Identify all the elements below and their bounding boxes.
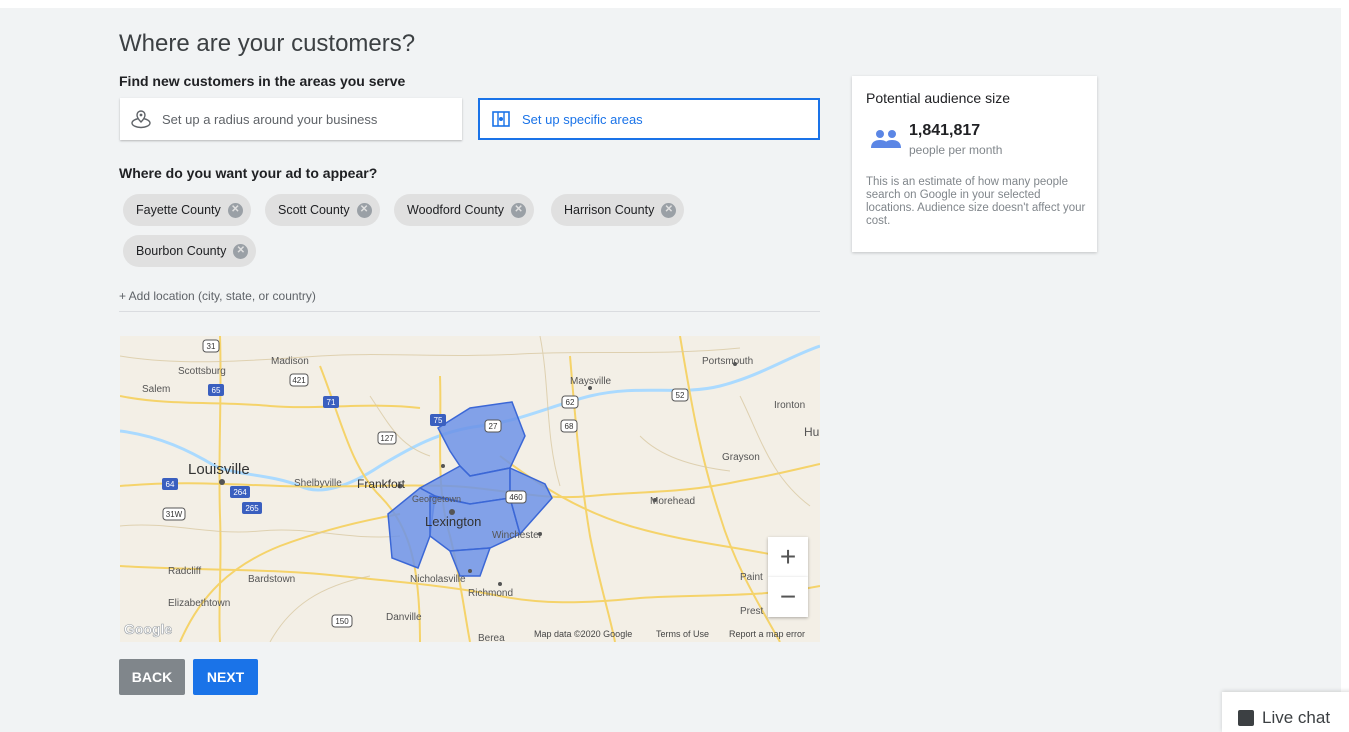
city-label: Morehead: [650, 496, 695, 507]
map-attribution: Map data ©2020 Google: [534, 629, 633, 639]
highway-label: 31: [207, 342, 216, 351]
city-label: Frankfort: [357, 477, 406, 491]
remove-chip-icon[interactable]: ✕: [661, 202, 677, 218]
terms-link[interactable]: Terms of Use: [656, 629, 709, 639]
city-label: Radcliff: [168, 566, 201, 577]
city-label: Shelbyville: [294, 478, 342, 489]
chip-label: Woodford County: [407, 203, 505, 217]
audience-number: 1,841,817: [909, 122, 981, 139]
city-label: Portsmouth: [702, 356, 753, 367]
highway-label: 71: [327, 398, 336, 407]
chat-icon: [1238, 710, 1254, 726]
city-label: Scottsburg: [178, 366, 226, 377]
city-label: Richmond: [468, 588, 513, 599]
highway-label: 421: [292, 376, 306, 385]
city-label: Lexington: [425, 514, 481, 529]
location-chip-harrison: Harrison County ✕: [551, 194, 685, 226]
city-label: Ironton: [774, 400, 805, 411]
specific-areas-option[interactable]: Set up specific areas: [478, 98, 820, 140]
google-logo: Google: [124, 621, 172, 637]
remove-chip-icon[interactable]: ✕: [233, 243, 249, 259]
city-label: Prest: [740, 606, 764, 617]
highway-label: 52: [676, 391, 685, 400]
city-label: Maysville: [570, 376, 612, 387]
back-button[interactable]: BACK: [119, 659, 185, 695]
highway-label: 65: [212, 386, 221, 395]
highway-label: 31W: [166, 510, 183, 519]
highway-label: 68: [565, 422, 574, 431]
highway-label: 27: [489, 422, 498, 431]
highway-label: 460: [509, 493, 523, 502]
top-strip: [0, 0, 1349, 8]
highway-label: 75: [434, 416, 443, 425]
highway-label: 264: [233, 488, 247, 497]
highway-label: 127: [380, 434, 394, 443]
live-chat-button[interactable]: Live chat: [1222, 692, 1349, 732]
zoom-out-button[interactable]: −: [768, 577, 808, 617]
serve-areas-label: Find new customers in the areas you serv…: [119, 73, 406, 89]
city-label: Berea: [478, 633, 505, 642]
audience-unit: people per month: [909, 143, 1003, 157]
radius-option-label: Set up a radius around your business: [162, 111, 378, 127]
city-label: Winchester: [492, 530, 543, 541]
location-chip-woodford: Woodford County ✕: [394, 194, 535, 226]
ad-appear-label: Where do you want your ad to appear?: [119, 165, 378, 181]
highway-label: 64: [166, 480, 175, 489]
remove-chip-icon[interactable]: ✕: [356, 202, 372, 218]
right-strip: [1341, 0, 1349, 725]
chip-label: Bourbon County: [136, 244, 227, 258]
city-label: Georgetown: [412, 494, 461, 504]
people-icon: [870, 128, 902, 155]
city-label: Bardstown: [248, 574, 295, 585]
city-label: Nicholasville: [410, 574, 466, 585]
specific-areas-label: Set up specific areas: [522, 111, 643, 127]
chip-label: Scott County: [278, 203, 350, 217]
chip-label: Fayette County: [136, 203, 221, 217]
map-view[interactable]: 31 421 65 71 127 75 27 62 68 52 64 264 2…: [120, 336, 820, 642]
location-chip-bourbon: Bourbon County ✕: [123, 235, 257, 267]
radius-pin-icon: [130, 108, 152, 130]
input-underline: [119, 311, 820, 312]
next-button[interactable]: NEXT: [193, 659, 258, 695]
live-chat-label: Live chat: [1262, 708, 1331, 727]
highway-label: 62: [566, 398, 575, 407]
remove-chip-icon[interactable]: ✕: [511, 202, 527, 218]
report-map-error-link[interactable]: Report a map error: [729, 629, 805, 639]
city-label: Madison: [271, 356, 309, 367]
city-label: Salem: [142, 384, 170, 395]
page-title: Where are your customers?: [119, 30, 416, 57]
add-location-input[interactable]: + Add location (city, state, or country): [119, 289, 316, 303]
city-label: Louisville: [188, 461, 250, 478]
zoom-in-button[interactable]: +: [768, 537, 808, 577]
city-label: Hu: [804, 425, 819, 439]
city-label: Elizabethtown: [168, 598, 230, 609]
radius-option[interactable]: Set up a radius around your business: [120, 98, 462, 140]
highway-label: 150: [335, 617, 349, 626]
audience-title: Potential audience size: [866, 90, 1010, 106]
audience-card: Potential audience size 1,841,817 people…: [852, 76, 1097, 252]
chip-label: Harrison County: [564, 203, 655, 217]
location-chip-fayette: Fayette County ✕: [123, 194, 251, 226]
city-label: Grayson: [722, 452, 760, 463]
city-label: Danville: [386, 612, 422, 623]
audience-description: This is an estimate of how many people s…: [866, 176, 1086, 227]
location-chip-scott: Scott County ✕: [265, 194, 380, 226]
highway-label: 265: [245, 504, 259, 513]
city-label: Paint: [740, 572, 763, 583]
map-areas-icon: [490, 108, 512, 130]
remove-chip-icon[interactable]: ✕: [227, 202, 243, 218]
map-canvas: 31 421 65 71 127 75 27 62 68 52 64 264 2…: [120, 336, 820, 642]
